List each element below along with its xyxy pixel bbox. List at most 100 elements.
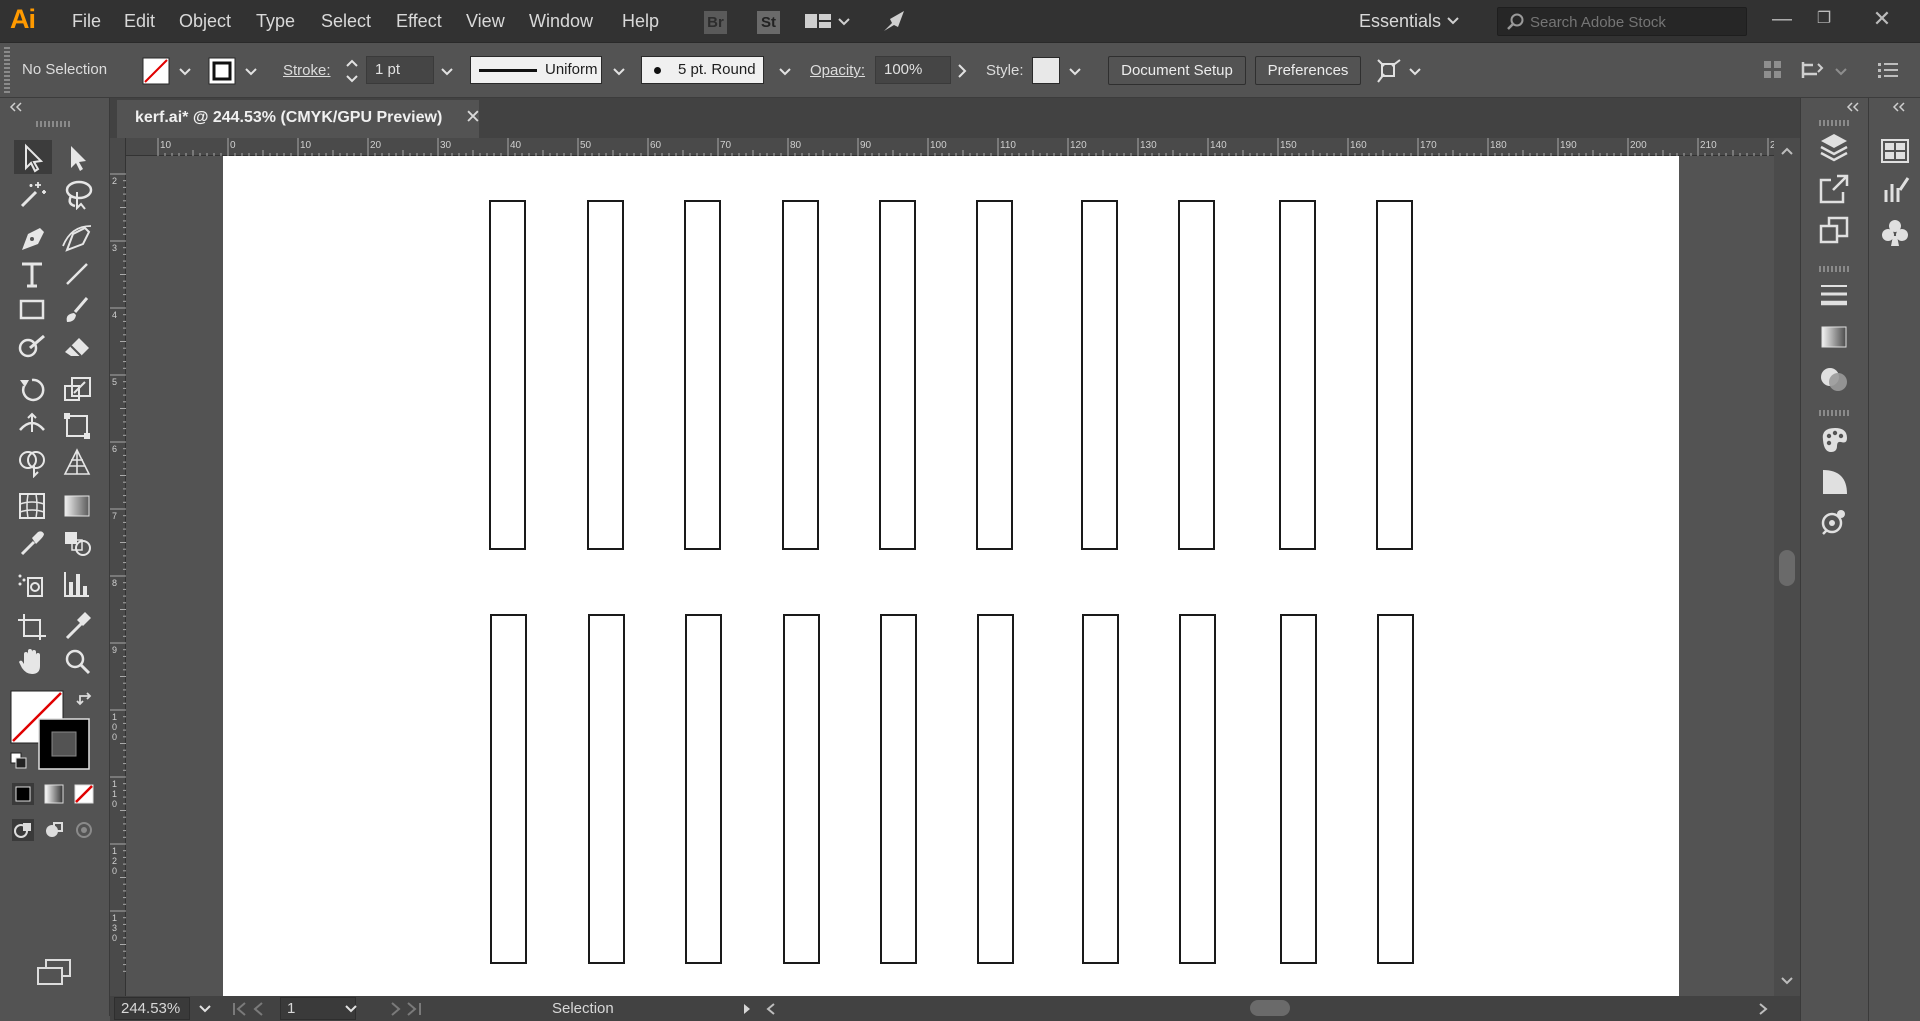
stroke-color-indicator[interactable] [38,718,90,770]
chevron-down-icon[interactable] [1068,67,1082,77]
collapse-panel-icon[interactable] [1891,102,1907,112]
current-tool-status[interactable]: Selection [552,1000,614,1017]
menu-effect[interactable]: Effect [396,11,442,32]
draw-behind-icon[interactable] [42,818,66,842]
kerf-rectangle[interactable] [1376,200,1413,550]
stroke-weight-field[interactable]: 1 pt [366,56,434,84]
eraser-tool-icon[interactable] [61,330,95,362]
kerf-rectangle[interactable] [977,614,1014,964]
horizontal-scroll-thumb[interactable] [1250,1000,1290,1016]
line-tool-icon[interactable] [61,258,95,290]
kerf-rectangle[interactable] [587,200,624,550]
layers-icon[interactable] [1817,130,1851,164]
rectangle-tool-icon[interactable] [16,294,50,326]
stroke-profile-dropdown[interactable]: Uniform [470,56,602,84]
close-tab-icon[interactable]: ✕ [465,106,481,129]
zoom-tool-icon[interactable] [61,646,95,678]
document-setup-button[interactable]: Document Setup [1108,56,1246,85]
transform-icon[interactable] [1800,59,1826,81]
color-mode-icon[interactable] [11,782,35,806]
bridge-badge[interactable]: Br [704,11,727,34]
kerf-rectangle[interactable] [782,200,819,550]
status-menu-icon[interactable] [742,1002,752,1016]
eyedropper-tool-icon[interactable] [16,526,50,558]
scroll-right-icon[interactable] [1758,1002,1768,1016]
vertical-scrollbar[interactable] [1774,138,1800,996]
zoom-field[interactable]: 244.53% [114,997,190,1020]
selection-tool-icon[interactable] [16,142,50,174]
menu-edit[interactable]: Edit [124,11,155,32]
kerf-rectangle[interactable] [685,614,722,964]
chevron-down-icon[interactable] [1408,67,1422,77]
shaper-tool-icon[interactable] [16,330,50,362]
artboard-nav-next-icon[interactable] [380,1001,424,1017]
brushes-icon[interactable] [1878,174,1912,208]
direct-selection-tool-icon[interactable] [61,142,95,174]
scale-tool-icon[interactable] [61,374,95,406]
pen-tool-icon[interactable] [16,222,50,254]
symbol-sprayer-tool-icon[interactable] [16,568,50,600]
kerf-rectangle[interactable] [588,614,625,964]
menu-window[interactable]: Window [529,11,593,32]
scroll-down-icon[interactable] [1780,976,1794,986]
gradient-tool-icon[interactable] [61,490,95,522]
shape-builder-tool-icon[interactable] [16,446,50,478]
kerf-rectangle[interactable] [879,200,916,550]
gradient-panel-icon[interactable] [1817,320,1851,354]
magic-wand-tool-icon[interactable] [16,178,50,210]
chevron-down-icon[interactable] [612,67,626,77]
menu-type[interactable]: Type [256,11,295,32]
brush-definition-dropdown[interactable]: 5 pt. Round [641,56,764,84]
column-graph-tool-icon[interactable] [61,568,95,600]
chevron-right-icon[interactable] [956,63,968,79]
chevron-down-icon[interactable] [440,67,454,77]
opacity-label[interactable]: Opacity: [810,62,865,79]
artboards-icon[interactable] [1817,214,1851,248]
fill-swatch[interactable] [142,57,172,85]
stroke-swatch[interactable] [208,57,238,85]
horizontal-ruler[interactable]: 10 0 10 20 30 40 50 60 70 80 90 100 110 120 130 140 150 1… [126,138,1832,156]
kerf-rectangle[interactable] [1178,200,1215,550]
document-tab[interactable]: kerf.ai* @ 244.53% (CMYK/GPU Preview) ✕ [117,100,481,138]
stroke-stepper[interactable] [345,57,359,85]
draw-normal-icon[interactable] [11,818,35,842]
quick-actions-icon[interactable] [1376,58,1402,84]
blend-tool-icon[interactable] [61,526,95,558]
gpu-performance-icon[interactable] [880,9,908,35]
symbols-icon[interactable] [1817,506,1851,540]
graphic-styles-icon[interactable] [1817,464,1851,498]
chevron-down-icon[interactable] [244,67,258,77]
stroke-panel-icon[interactable] [1817,278,1851,312]
default-colors-icon[interactable] [10,752,28,770]
scroll-up-icon[interactable] [1780,146,1794,156]
chevron-down-icon[interactable] [178,67,192,77]
chevron-down-icon[interactable] [344,1004,358,1014]
collapse-panel-icon[interactable] [8,102,24,112]
swatches-icon[interactable] [1878,134,1912,168]
symbols-library-icon[interactable] [1878,216,1912,250]
kerf-rectangle[interactable] [1279,200,1316,550]
menu-object[interactable]: Object [179,11,231,32]
kerf-rectangle[interactable] [1179,614,1216,964]
panel-grip[interactable] [1819,266,1849,272]
kerf-rectangle[interactable] [1081,200,1118,550]
menu-view[interactable]: View [466,11,505,32]
workspace-switcher[interactable]: Essentials [1359,11,1441,32]
swap-fill-stroke-icon[interactable] [76,690,94,708]
close-window-button[interactable]: ✕ [1862,4,1902,34]
kerf-rectangle[interactable] [976,200,1013,550]
hand-tool-icon[interactable] [16,646,50,678]
kerf-rectangle[interactable] [1377,614,1414,964]
transparency-icon[interactable] [1817,362,1851,396]
kerf-rectangle[interactable] [880,614,917,964]
arrange-documents-icon[interactable] [804,12,850,32]
kerf-rectangle[interactable] [1082,614,1119,964]
draw-inside-icon[interactable] [72,818,96,842]
align-icon[interactable] [1762,59,1784,81]
preferences-button[interactable]: Preferences [1255,56,1361,85]
artboard[interactable] [223,156,1679,996]
rotate-tool-icon[interactable] [16,374,50,406]
panel-menu-icon[interactable] [1876,59,1900,81]
vertical-ruler[interactable]: 23456789100110120130 [110,138,126,996]
stock-badge[interactable]: St [757,11,780,34]
